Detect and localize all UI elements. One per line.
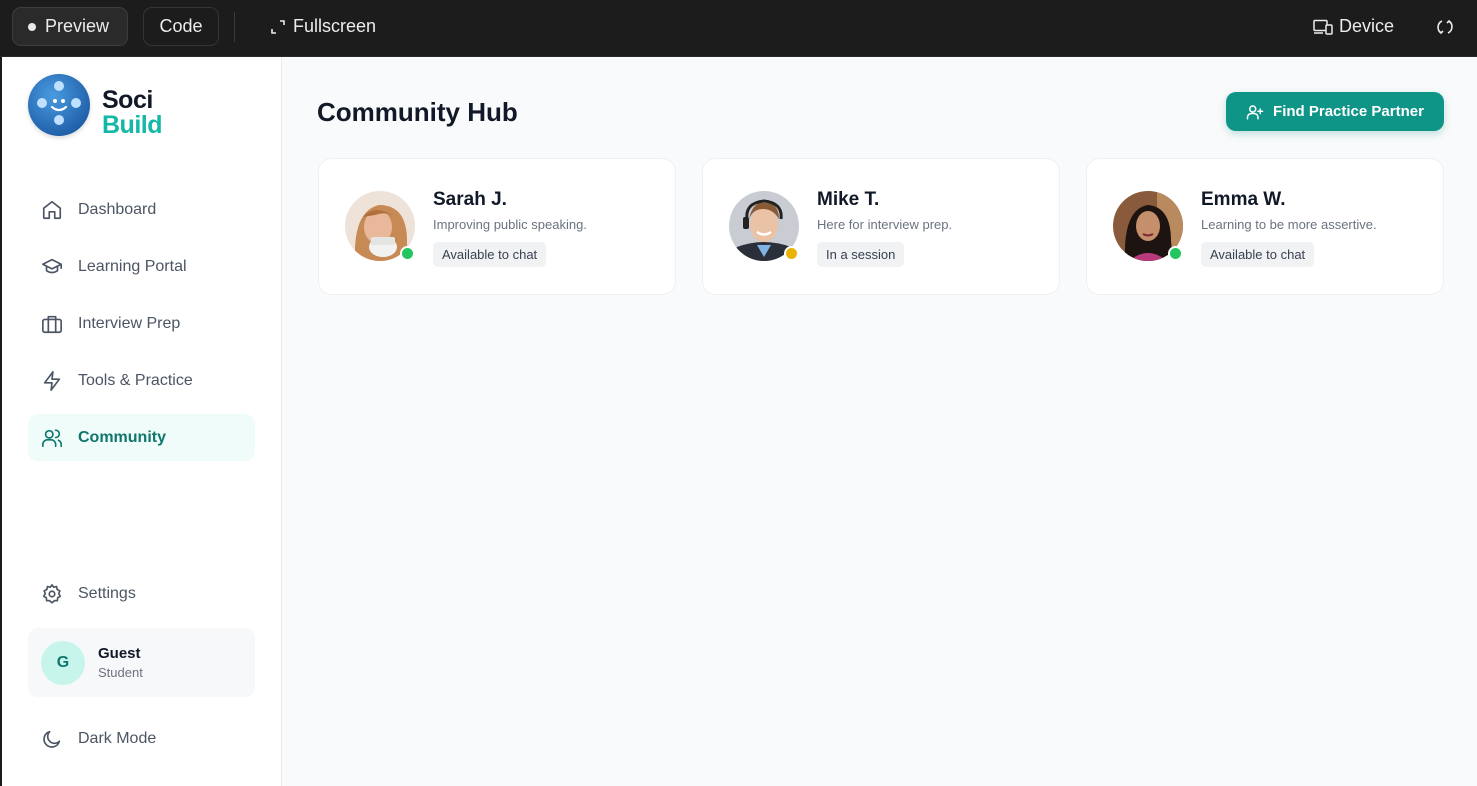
device-label: Device — [1339, 16, 1395, 36]
briefcase-icon — [40, 312, 64, 336]
sidebar-item-label: Interview Prep — [78, 314, 181, 332]
gear-icon — [40, 582, 64, 606]
user-plus-icon — [1246, 104, 1264, 119]
page-title: Community Hub — [317, 97, 518, 127]
sidebar-item-label: Learning Portal — [78, 257, 187, 275]
sidebar-item-community[interactable]: Community — [28, 414, 255, 461]
refresh-button[interactable] — [1424, 7, 1466, 46]
status-badge: In a session — [817, 242, 905, 267]
refresh-icon — [1437, 19, 1453, 34]
user-name: Guest — [98, 645, 141, 662]
sidebar-item-label: Tools & Practice — [78, 371, 193, 389]
main-content: Community Hub Find Practice Partner Sara… — [282, 57, 1477, 786]
member-card[interactable]: Mike T. Here for interview prep. In a se… — [702, 158, 1060, 295]
member-name: Emma W. — [1201, 189, 1286, 210]
status-dot — [1168, 246, 1183, 261]
logo — [28, 74, 90, 136]
moon-icon — [40, 727, 64, 751]
top-toolbar: Preview Code Fullscreen Device — [0, 0, 1477, 57]
avatar: G — [41, 641, 85, 685]
fullscreen-label: Fullscreen — [293, 16, 377, 36]
home-icon — [40, 198, 64, 222]
sidebar: Soci Build Dashboard Learning Portal Int… — [0, 57, 282, 786]
sidebar-item-settings[interactable]: Settings — [28, 570, 255, 617]
code-button[interactable]: Code — [143, 7, 219, 46]
sidebar-item-label: Community — [78, 428, 166, 446]
code-label: Code — [159, 16, 203, 36]
dark-mode-toggle[interactable]: Dark Mode — [28, 715, 255, 762]
sidebar-item-interview-prep[interactable]: Interview Prep — [28, 300, 255, 347]
sidebar-item-label: Dashboard — [78, 200, 157, 218]
device-icon — [1313, 19, 1333, 35]
dot-icon — [28, 22, 36, 31]
logo-mark-icon — [37, 81, 81, 125]
status-dot — [400, 246, 415, 261]
graduation-cap-icon — [40, 255, 64, 279]
member-description: Improving public speaking. — [433, 217, 587, 232]
brand-name-line2: Build — [102, 111, 163, 139]
sidebar-item-dashboard[interactable]: Dashboard — [28, 186, 255, 233]
expand-icon — [271, 19, 285, 34]
member-description: Learning to be more assertive. — [1201, 217, 1377, 232]
settings-label: Settings — [78, 584, 136, 602]
device-button[interactable]: Device — [1298, 7, 1409, 46]
preview-label: Preview — [45, 16, 110, 36]
user-profile-card[interactable]: G Guest Student — [28, 628, 255, 697]
status-dot — [784, 246, 799, 261]
toolbar-divider — [234, 12, 235, 42]
status-badge: Available to chat — [433, 242, 547, 267]
find-practice-partner-button[interactable]: Find Practice Partner — [1226, 92, 1444, 131]
zap-icon — [40, 369, 64, 393]
member-description: Here for interview prep. — [817, 217, 953, 232]
member-name: Sarah J. — [433, 189, 507, 210]
member-name: Mike T. — [817, 189, 880, 210]
user-role: Student — [98, 665, 143, 680]
users-icon — [40, 426, 64, 450]
dark-mode-label: Dark Mode — [78, 729, 157, 747]
member-card[interactable]: Emma W. Learning to be more assertive. A… — [1086, 158, 1444, 295]
member-card[interactable]: Sarah J. Improving public speaking. Avai… — [318, 158, 676, 295]
status-badge: Available to chat — [1201, 242, 1315, 267]
fullscreen-button[interactable]: Fullscreen — [256, 7, 391, 46]
preview-button[interactable]: Preview — [12, 7, 128, 46]
sidebar-item-tools-practice[interactable]: Tools & Practice — [28, 357, 255, 404]
sidebar-item-learning-portal[interactable]: Learning Portal — [28, 243, 255, 290]
find-practice-partner-label: Find Practice Partner — [1273, 103, 1424, 120]
